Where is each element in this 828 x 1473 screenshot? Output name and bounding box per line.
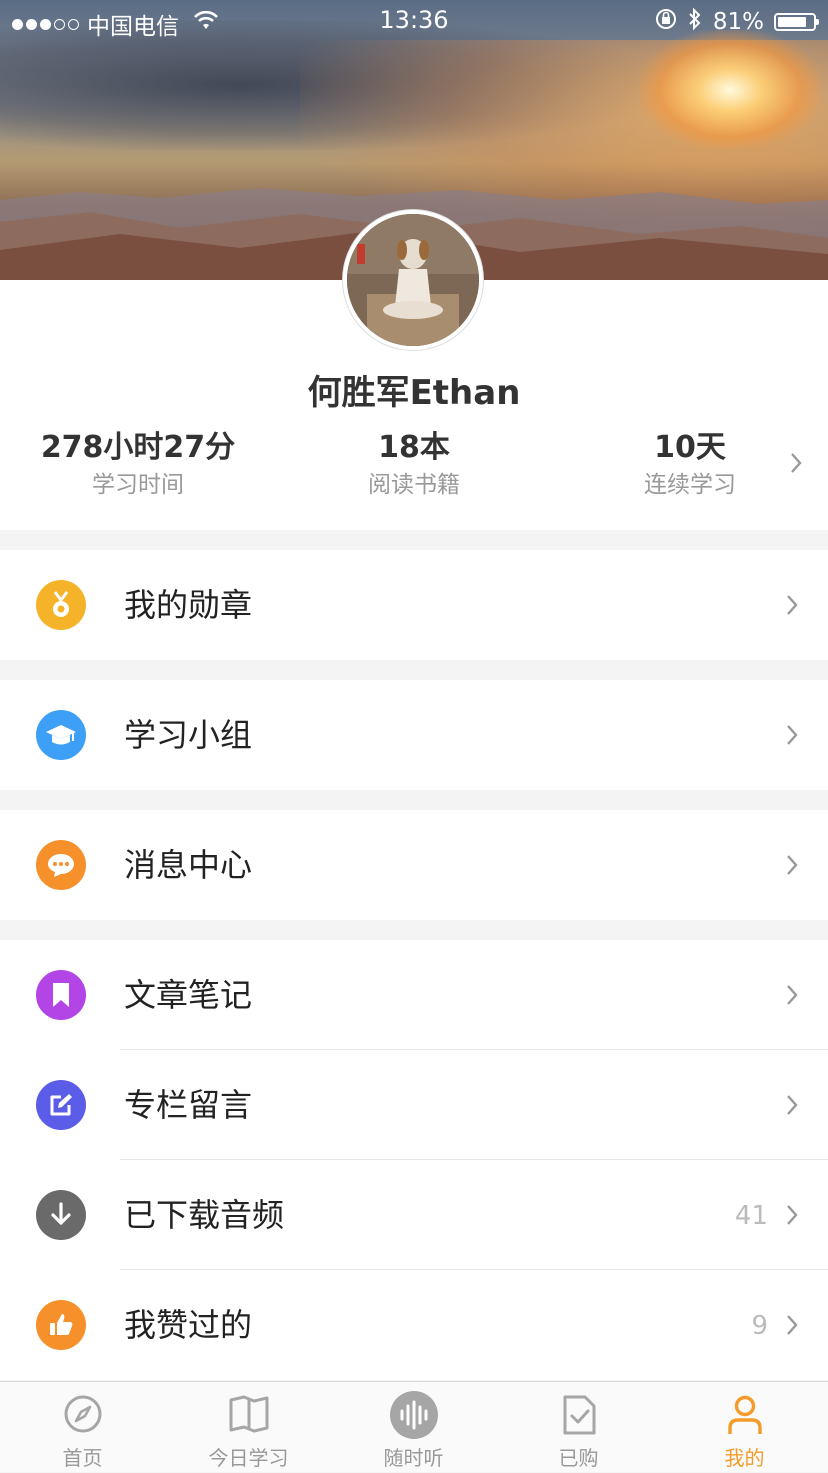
person-icon	[662, 1394, 827, 1438]
menu-item-liked[interactable]: 我赞过的 9	[0, 1270, 828, 1380]
chat-bubble-icon	[36, 840, 86, 890]
open-book-icon	[166, 1394, 331, 1438]
medal-icon	[36, 580, 86, 630]
menu-item-column-comments[interactable]: 专栏留言	[0, 1050, 828, 1160]
battery-icon	[774, 13, 819, 31]
tab-purchased[interactable]: 已购	[496, 1382, 661, 1473]
item-count: 9	[751, 1311, 768, 1341]
menu-item-label: 学习小组	[124, 716, 253, 754]
thumbs-up-icon	[36, 1300, 86, 1350]
stat-label: 连续学习	[644, 472, 736, 498]
chevron-right-icon	[786, 1314, 798, 1340]
menu-group-study: 学习小组	[0, 680, 828, 790]
chevron-right-icon	[786, 594, 798, 620]
username: 何胜军Ethan	[307, 373, 521, 413]
menu-item-label: 消息中心	[124, 846, 253, 884]
chevron-right-icon	[786, 854, 798, 880]
bottom-tab-bar: 首页 今日学习 随时听 已购 我的	[0, 1381, 828, 1472]
audio-wave-icon	[331, 1391, 496, 1439]
stat-label: 阅读书籍	[368, 472, 460, 498]
menu-item-badges[interactable]: 我的勋章	[0, 550, 828, 660]
stat-value: 18本	[378, 430, 450, 465]
chevron-right-icon	[786, 724, 798, 750]
tab-today-study[interactable]: 今日学习	[166, 1382, 331, 1473]
menu-item-label: 文章笔记	[124, 976, 253, 1014]
tab-label: 我的	[724, 1446, 765, 1470]
stat-books-read: 18本 阅读书籍	[299, 430, 529, 502]
menu-item-label: 我的勋章	[124, 586, 253, 624]
menu-group-badges: 我的勋章	[0, 550, 828, 660]
tab-label: 今日学习	[208, 1446, 289, 1470]
compass-icon	[0, 1394, 165, 1438]
tab-label: 随时听	[383, 1446, 444, 1470]
orientation-lock-icon	[655, 8, 677, 36]
chevron-right-icon	[786, 1204, 798, 1230]
battery-percent: 81%	[712, 9, 764, 35]
stat-study-time: 278小时27分 学习时间	[23, 430, 253, 502]
stat-streak: 10天 连续学习	[575, 430, 805, 502]
purchased-doc-icon	[496, 1394, 661, 1438]
tab-mine[interactable]: 我的	[662, 1382, 827, 1473]
tab-label: 首页	[62, 1446, 103, 1470]
stat-value: 10天	[654, 430, 726, 465]
chevron-right-icon	[790, 452, 802, 478]
item-count: 41	[734, 1201, 768, 1231]
stat-value: 278小时27分	[40, 430, 236, 465]
status-bar: 中国电信 13:36 81%	[0, 0, 828, 40]
graduation-cap-icon	[36, 710, 86, 760]
tab-label: 已购	[558, 1446, 599, 1470]
download-icon	[36, 1190, 86, 1240]
bookmark-icon	[36, 970, 86, 1020]
stat-label: 学习时间	[92, 472, 184, 498]
menu-group-content: 文章笔记 专栏留言 已下载音频 41 我赞过的 9	[0, 940, 828, 1380]
learning-stats[interactable]: 278小时27分 学习时间 18本 阅读书籍 10天 连续学习	[0, 430, 828, 500]
menu-item-article-notes[interactable]: 文章笔记	[0, 940, 828, 1050]
edit-icon	[36, 1080, 86, 1130]
menu-item-label: 专栏留言	[124, 1086, 253, 1124]
menu-item-messages[interactable]: 消息中心	[0, 810, 828, 920]
bluetooth-icon	[687, 7, 703, 37]
tab-listen-anytime[interactable]: 随时听	[331, 1382, 496, 1473]
menu-item-study-group[interactable]: 学习小组	[0, 680, 828, 790]
menu-item-downloaded-audio[interactable]: 已下载音频 41	[0, 1160, 828, 1270]
chevron-right-icon	[786, 984, 798, 1010]
menu-item-label: 我赞过的	[124, 1306, 253, 1344]
chevron-right-icon	[786, 1094, 798, 1120]
tab-home[interactable]: 首页	[0, 1382, 165, 1473]
menu-item-label: 已下载音频	[124, 1196, 285, 1234]
avatar[interactable]	[343, 210, 483, 350]
menu-group-messages: 消息中心	[0, 810, 828, 920]
